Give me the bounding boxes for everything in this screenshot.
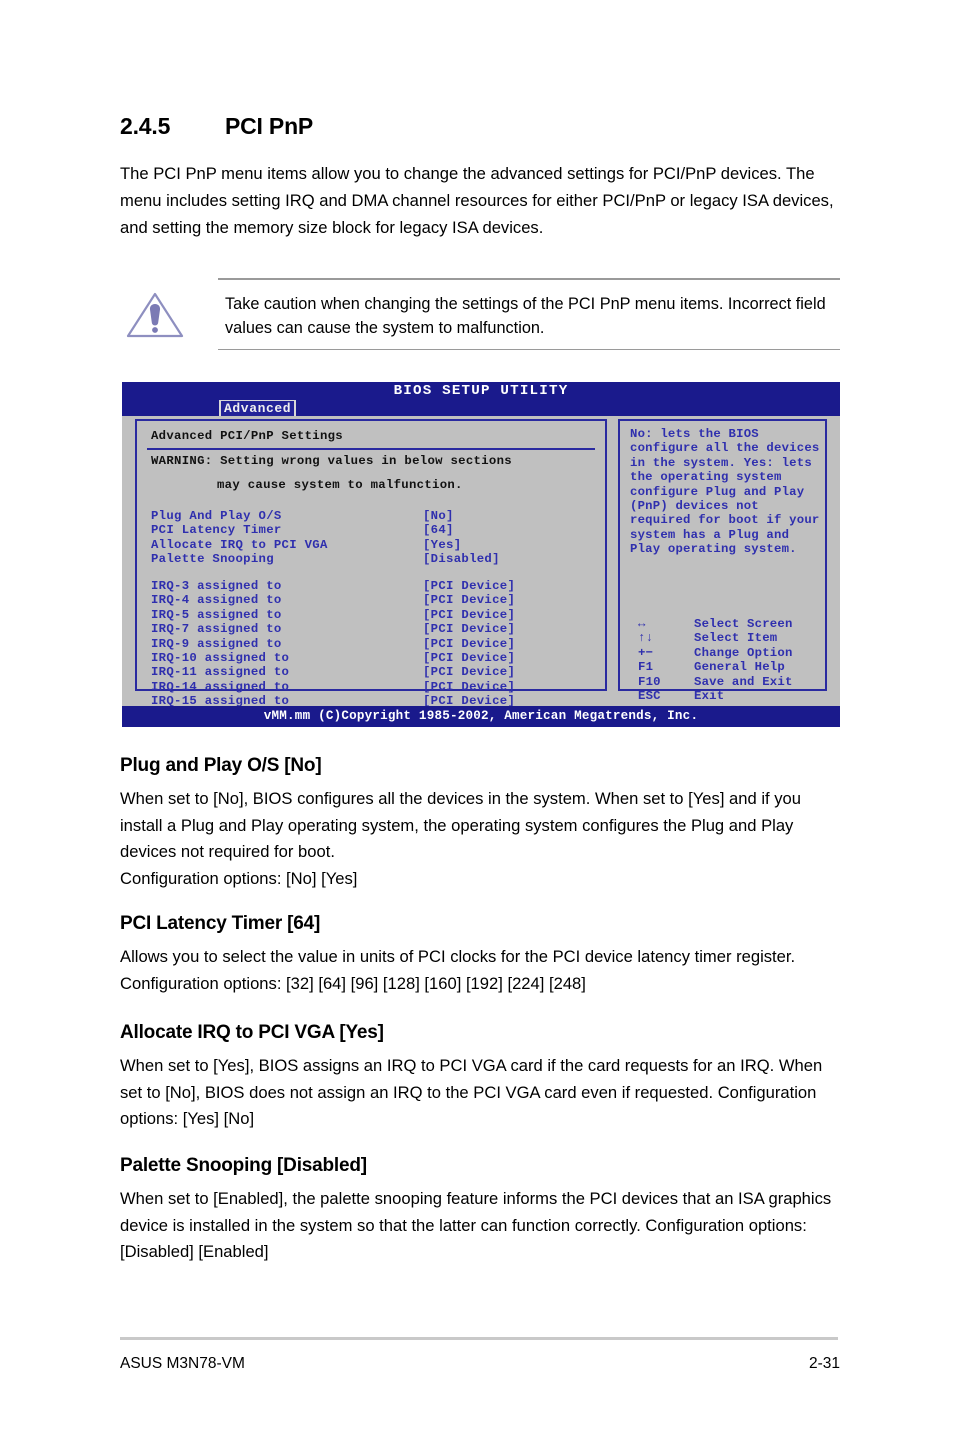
key-legend: ↔ Select Screen ↑↓ Select Item +− Change Opti… bbox=[638, 617, 828, 703]
bios-setting-label: Allocate IRQ to PCI VGA bbox=[151, 537, 328, 552]
bios-setting-label: IRQ-11 assigned to bbox=[151, 665, 290, 680]
bios-setting-label: PCI Latency Timer bbox=[151, 523, 282, 538]
bios-setting-label: IRQ-14 assigned to bbox=[151, 679, 290, 694]
key-legend-desc: Select Screen bbox=[694, 617, 793, 631]
bios-setting-value[interactable]: [PCI Device] bbox=[423, 579, 515, 593]
description-block: PCI Latency Timer [64] Allows you to sel… bbox=[120, 913, 838, 997]
bios-setting-row[interactable]: IRQ-4 assigned to [PCI Device] bbox=[151, 593, 591, 607]
footer-page-number: 2-31 bbox=[808, 1355, 840, 1372]
irq-assignment-list: IRQ-3 assigned to [PCI Device] IRQ-4 assig… bbox=[151, 579, 591, 709]
note-rule-bottom bbox=[218, 348, 840, 350]
key-legend-row: F10 Save and Exit bbox=[638, 675, 828, 689]
description-body: When set to [Yes], BIOS assigns an IRQ t… bbox=[120, 1056, 823, 1128]
bios-setting-row[interactable]: IRQ-3 assigned to [PCI Device] bbox=[151, 579, 591, 593]
tab-advanced[interactable]: Advanced bbox=[219, 400, 297, 417]
footer-product: ASUS M3N78-VM bbox=[120, 1355, 245, 1372]
note-rule-top bbox=[218, 278, 840, 280]
bios-setting-value[interactable]: [No] bbox=[423, 509, 454, 523]
section-number: 2.4.5 bbox=[120, 113, 171, 139]
manual-page: 2.4.5 PCI PnP The PCI PnP menu items allo… bbox=[0, 0, 954, 1438]
key-legend-key: ESC bbox=[638, 688, 661, 703]
note-text: Take caution when changing the settings … bbox=[225, 295, 826, 337]
bios-body: Advanced PCI/PnP Settings WARNING: Setti… bbox=[122, 416, 840, 708]
bios-setup-screen: BIOS SETUP UTILITY Advanced Advanced PCI… bbox=[122, 382, 840, 727]
bios-setting-value[interactable]: [Yes] bbox=[423, 538, 461, 552]
bios-setting-row[interactable]: PCI Latency Timer [64] bbox=[151, 523, 591, 537]
bios-help-panel: No: lets the BIOS configure all the devi… bbox=[618, 419, 827, 703]
warning-triangle-icon bbox=[124, 290, 186, 340]
bios-setting-label: IRQ-9 assigned to bbox=[151, 636, 282, 651]
help-text: No: lets the BIOS configure all the devi… bbox=[630, 427, 820, 557]
bios-setting-value[interactable]: [PCI Device] bbox=[423, 593, 515, 607]
key-legend-desc: Save and Exit bbox=[694, 674, 793, 689]
bios-warning: WARNING: Setting wrong values in below s… bbox=[151, 454, 512, 493]
key-legend-key: ↑↓ bbox=[638, 631, 654, 646]
intro-paragraph: The PCI PnP menu items allow you to chan… bbox=[120, 164, 834, 237]
description-heading: Allocate IRQ to PCI VGA [Yes] bbox=[120, 1022, 384, 1043]
key-legend-row: F1 General Help bbox=[638, 660, 828, 674]
bios-setting-label: Palette Snooping bbox=[151, 552, 274, 567]
bios-setting-value[interactable]: [Disabled] bbox=[423, 552, 500, 566]
bios-setting-label: IRQ-3 assigned to bbox=[151, 579, 282, 593]
bios-setting-row[interactable]: Palette Snooping [Disabled] bbox=[151, 552, 591, 566]
footer-divider bbox=[120, 1337, 838, 1340]
bios-warning-line2: may cause system to malfunction. bbox=[217, 478, 463, 493]
key-legend-desc: Change Option bbox=[694, 645, 793, 660]
bios-setting-row[interactable]: Allocate IRQ to PCI VGA [Yes] bbox=[151, 538, 591, 552]
bios-setting-row[interactable]: IRQ-11 assigned to [PCI Device] bbox=[151, 665, 591, 679]
key-legend-desc: Exit bbox=[694, 688, 725, 703]
settings-panel-title: Advanced PCI/PnP Settings bbox=[151, 429, 343, 443]
key-legend-row: ↑↓ Select Item bbox=[638, 631, 828, 645]
bios-setting-row[interactable]: IRQ-9 assigned to [PCI Device] bbox=[151, 637, 591, 651]
bios-title: BIOS SETUP UTILITY bbox=[393, 383, 569, 399]
bios-setting-label: IRQ-5 assigned to bbox=[151, 607, 282, 622]
bios-setting-row[interactable]: IRQ-14 assigned to [PCI Device] bbox=[151, 680, 591, 694]
settings-option-list: Plug And Play O/S [No] PCI Latency Timer [6… bbox=[151, 509, 591, 567]
description-body-2: Configuration options: [No] [Yes] bbox=[120, 868, 358, 888]
bios-setting-value[interactable]: [PCI Device] bbox=[423, 680, 515, 694]
bios-settings-panel: Advanced PCI/PnP Settings WARNING: Setti… bbox=[135, 419, 607, 708]
bios-setting-value[interactable]: [PCI Device] bbox=[423, 622, 515, 636]
description-block: Allocate IRQ to PCI VGA [Yes] When set t… bbox=[120, 1022, 838, 1133]
key-legend-row: +− Change Option bbox=[638, 646, 828, 660]
description-block: Plug and Play O/S [No] When set to [No],… bbox=[120, 755, 838, 892]
description-body: When set to [No], BIOS configures all th… bbox=[120, 789, 801, 861]
bios-setting-label: IRQ-7 assigned to bbox=[151, 622, 282, 637]
bios-setting-label: IRQ-4 assigned to bbox=[151, 593, 282, 608]
page-title: 2.4.5 PCI PnP bbox=[120, 113, 840, 140]
bios-setting-value[interactable]: [PCI Device] bbox=[423, 637, 515, 651]
bios-setting-label: Plug And Play O/S bbox=[151, 509, 282, 523]
bios-setting-row[interactable]: Plug And Play O/S [No] bbox=[151, 509, 591, 523]
bios-setting-row[interactable]: IRQ-7 assigned to [PCI Device] bbox=[151, 622, 591, 636]
bios-setting-row[interactable]: IRQ-5 assigned to [PCI Device] bbox=[151, 608, 591, 622]
description-body: Allows you to select the value in units … bbox=[120, 947, 796, 993]
description-heading: PCI Latency Timer [64] bbox=[120, 913, 321, 934]
bios-warning-line1: WARNING: Setting wrong values in below s… bbox=[151, 454, 512, 468]
key-legend-key: ↔ bbox=[638, 617, 646, 631]
bios-setting-value[interactable]: [PCI Device] bbox=[423, 665, 515, 679]
description-heading: Palette Snooping [Disabled] bbox=[120, 1155, 367, 1176]
key-legend-key: F10 bbox=[638, 674, 661, 689]
key-legend-row: ESC Exit bbox=[638, 689, 828, 703]
description-body: When set to [Enabled], the palette snoop… bbox=[120, 1189, 832, 1261]
bios-setting-label: IRQ-10 assigned to bbox=[151, 650, 290, 665]
key-legend-row: ↔ Select Screen bbox=[638, 617, 828, 631]
key-legend-desc: Select Item bbox=[694, 631, 778, 646]
key-legend-key: +− bbox=[638, 645, 654, 660]
bios-footer: vMM.mm (C)Copyright 1985-2002, American … bbox=[122, 706, 840, 727]
caution-note: Take caution when changing the settings … bbox=[120, 278, 840, 350]
key-legend-key: F1 bbox=[638, 660, 654, 675]
panel-divider bbox=[147, 448, 595, 450]
bios-setting-value[interactable]: [PCI Device] bbox=[423, 651, 515, 665]
bios-setting-value[interactable]: [PCI Device] bbox=[423, 608, 515, 622]
bios-title-bar: BIOS SETUP UTILITY Advanced bbox=[122, 382, 840, 417]
key-legend-desc: General Help bbox=[694, 660, 785, 675]
description-heading: Plug and Play O/S [No] bbox=[120, 755, 322, 776]
bios-setting-row[interactable]: IRQ-10 assigned to [PCI Device] bbox=[151, 651, 591, 665]
bios-setting-value[interactable]: [64] bbox=[423, 523, 454, 537]
description-block: Palette Snooping [Disabled] When set to … bbox=[120, 1155, 838, 1266]
section-title: PCI PnP bbox=[225, 113, 314, 139]
